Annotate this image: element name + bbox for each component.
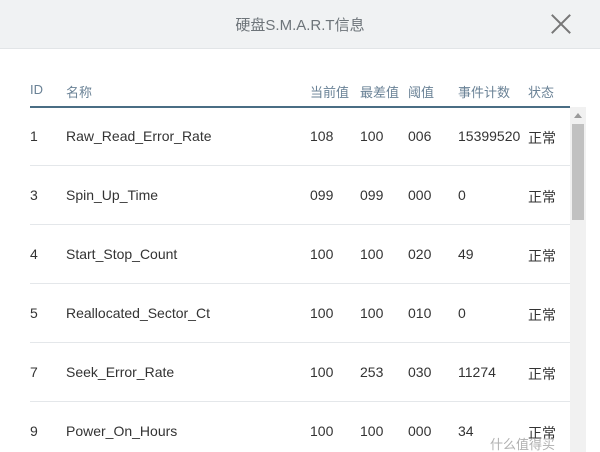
header-status: 状态 (528, 85, 555, 100)
cell-id: 4 (30, 246, 38, 262)
cell-name: Power_On_Hours (66, 423, 178, 439)
cell-worst: 100 (360, 246, 384, 262)
cell-id: 9 (30, 423, 38, 439)
cell-status: 正常 (528, 248, 556, 264)
cell-worst: 100 (360, 305, 384, 321)
cell-current: 100 (310, 364, 334, 380)
cell-current: 108 (310, 128, 334, 144)
cell-threshold: 000 (408, 423, 432, 439)
close-icon[interactable] (549, 12, 573, 36)
cell-threshold: 006 (408, 128, 432, 144)
watermark: 什么值得买 (490, 437, 556, 452)
cell-events: 15399520 (458, 128, 521, 144)
cell-current: 100 (310, 246, 334, 262)
cell-name: Seek_Error_Rate (66, 364, 175, 380)
cell-threshold: 000 (408, 187, 432, 203)
cell-worst: 253 (360, 364, 384, 380)
cell-threshold: 030 (408, 364, 432, 380)
table-header: ID 名称 当前值 最差值 阈值 事件计数 状态 (30, 70, 570, 108)
header-threshold: 阈值 (408, 85, 435, 100)
table-row: 7 Seek_Error_Rate 100 253 030 11274 正常 (30, 343, 570, 402)
table-row: 1 Raw_Read_Error_Rate 108 100 006 153995… (30, 107, 570, 166)
cell-events: 0 (458, 305, 466, 321)
table-row: 4 Start_Stop_Count 100 100 020 49 正常 (30, 225, 570, 284)
cell-current: 100 (310, 305, 334, 321)
cell-id: 1 (30, 128, 38, 144)
cell-id: 5 (30, 305, 38, 321)
cell-threshold: 010 (408, 305, 432, 321)
cell-name: Reallocated_Sector_Ct (66, 305, 210, 321)
cell-current: 100 (310, 423, 334, 439)
scroll-thumb[interactable] (572, 124, 584, 220)
dialog-titlebar: 硬盘S.M.A.R.T信息 (0, 0, 600, 49)
cell-name: Spin_Up_Time (66, 187, 159, 203)
cell-events: 0 (458, 187, 466, 203)
cell-events: 34 (458, 423, 474, 439)
cell-id: 7 (30, 364, 38, 380)
cell-status: 正常 (528, 130, 556, 146)
cell-events: 49 (458, 246, 474, 262)
cell-current: 099 (310, 187, 334, 203)
header-worst: 最差值 (360, 85, 400, 100)
cell-worst: 099 (360, 187, 384, 203)
cell-worst: 100 (360, 128, 384, 144)
header-events: 事件计数 (458, 85, 511, 100)
table-row: 9 Power_On_Hours 100 100 000 34 正常 (30, 402, 570, 452)
cell-worst: 100 (360, 423, 384, 439)
cell-threshold: 020 (408, 246, 432, 262)
dialog-title: 硬盘S.M.A.R.T信息 (235, 17, 365, 34)
cell-id: 3 (30, 187, 38, 203)
table-row: 5 Reallocated_Sector_Ct 100 100 010 0 正常 (30, 284, 570, 343)
cell-name: Raw_Read_Error_Rate (66, 128, 212, 144)
cell-status: 正常 (528, 366, 556, 382)
header-current: 当前值 (310, 85, 350, 100)
table-row: 3 Spin_Up_Time 099 099 000 0 正常 (30, 166, 570, 225)
scroll-up-arrow-icon[interactable] (574, 113, 582, 118)
header-id: ID (30, 82, 43, 97)
cell-name: Start_Stop_Count (66, 246, 178, 262)
cell-events: 11274 (458, 364, 496, 380)
vertical-scrollbar[interactable] (570, 107, 586, 452)
cell-status: 正常 (528, 189, 556, 205)
smart-info-dialog: 硬盘S.M.A.R.T信息 ID 名称 当前值 最差值 阈值 事件计数 状态 1… (0, 0, 600, 452)
cell-status: 正常 (528, 307, 556, 323)
header-name: 名称 (66, 85, 93, 100)
